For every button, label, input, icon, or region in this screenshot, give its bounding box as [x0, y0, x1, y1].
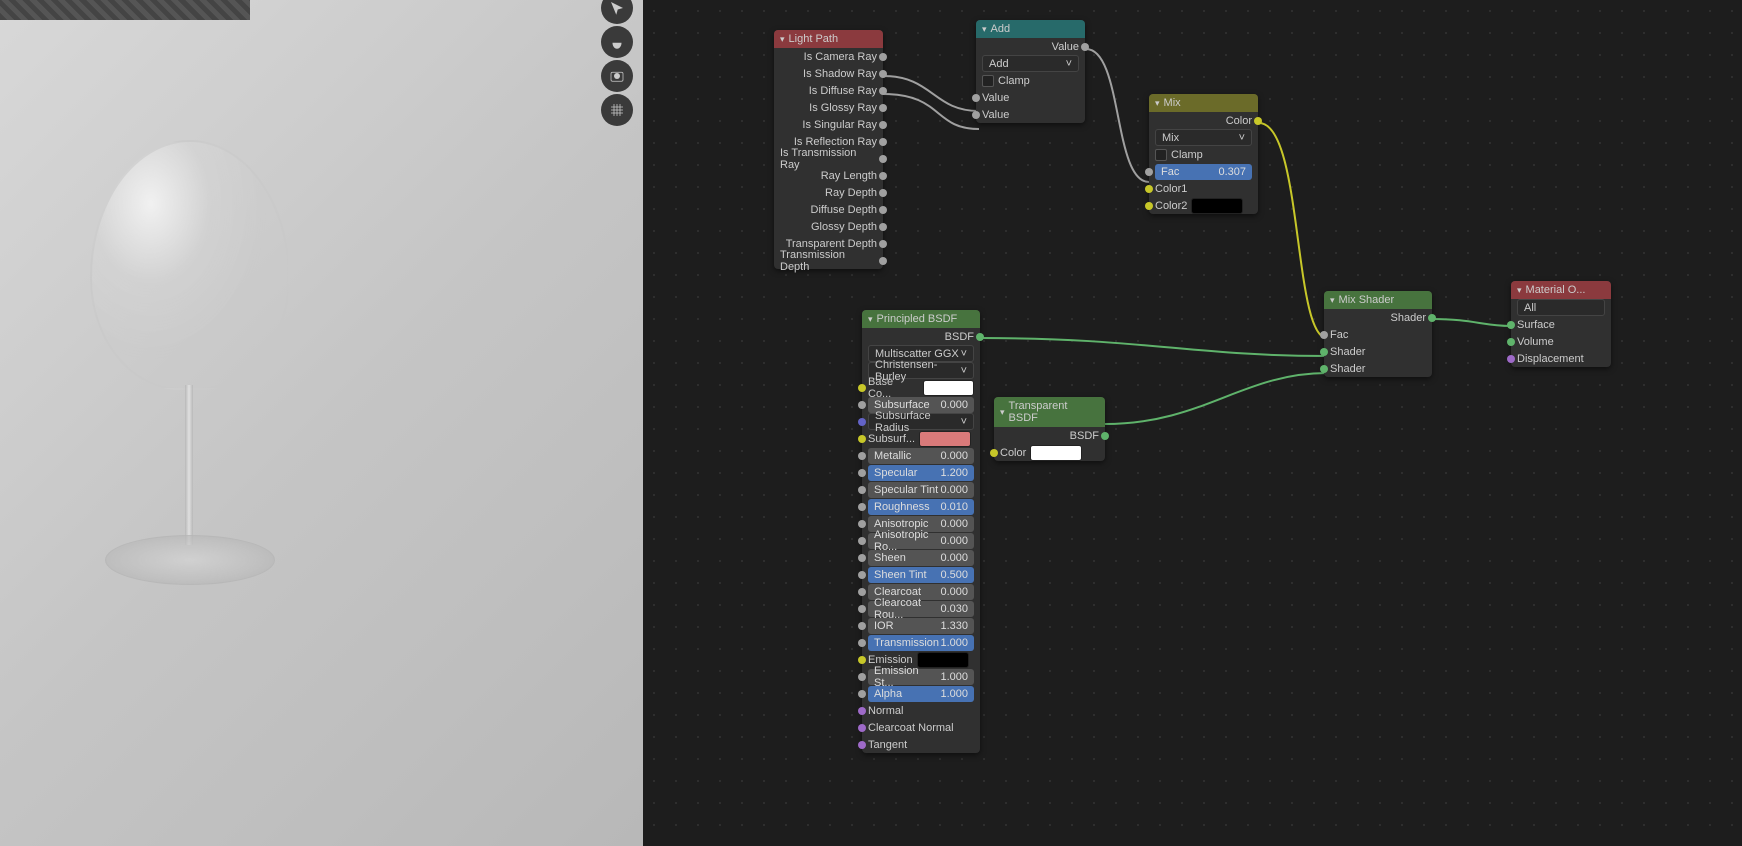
input-emission-strength[interactable]: Emission St...1.000 [862, 668, 980, 685]
input-value-2[interactable]: Value [976, 106, 1085, 123]
input-transmission[interactable]: Transmission1.000 [862, 634, 980, 651]
output-socket[interactable]: Ray Length [774, 167, 883, 184]
node-header[interactable]: ▾Material O... [1511, 281, 1611, 299]
input-displacement[interactable]: Displacement [1511, 350, 1611, 367]
input-surface[interactable]: Surface [1511, 316, 1611, 333]
hand-tool-icon[interactable] [601, 26, 633, 58]
output-value: Value [976, 38, 1085, 55]
chevron-down-icon: ▾ [1000, 407, 1005, 418]
chevron-down-icon: ▾ [780, 34, 785, 45]
target-dropdown[interactable]: All [1511, 299, 1611, 316]
input-fac[interactable]: Fac0.307 [1149, 163, 1258, 180]
node-editor[interactable]: ▾Light Path Is Camera RayIs Shadow RayIs… [643, 0, 1742, 846]
input-subsurface-radius[interactable]: Subsurface Radius˅ [862, 413, 980, 430]
cursor-tool-icon[interactable] [601, 0, 633, 24]
chevron-down-icon: ▾ [868, 314, 873, 325]
node-principled-bsdf[interactable]: ▾Principled BSDF BSDF Multiscatter GGX˅ … [862, 310, 980, 753]
input-alpha[interactable]: Alpha1.000 [862, 685, 980, 702]
input-color1[interactable]: Color1 [1149, 180, 1258, 197]
output-socket[interactable]: Is Glossy Ray [774, 99, 883, 116]
input-sheen-tint[interactable]: Sheen Tint0.500 [862, 566, 980, 583]
output-socket[interactable]: Is Shadow Ray [774, 65, 883, 82]
clamp-checkbox[interactable]: Clamp [976, 72, 1085, 89]
chevron-down-icon: ▾ [982, 24, 987, 35]
input-specular[interactable]: Specular1.200 [862, 464, 980, 481]
input-shader-2[interactable]: Shader [1324, 360, 1432, 377]
input-color2[interactable]: Color2 [1149, 197, 1258, 214]
output-color: Color [1149, 112, 1258, 129]
clamp-checkbox[interactable]: Clamp [1149, 146, 1258, 163]
chevron-down-icon: ▾ [1330, 295, 1335, 306]
input-base-color[interactable]: Base Co... [862, 379, 980, 396]
output-socket[interactable]: Ray Depth [774, 184, 883, 201]
output-socket[interactable]: Is Diffuse Ray [774, 82, 883, 99]
wine-glass-render [80, 140, 300, 620]
node-header[interactable]: ▾Add [976, 20, 1085, 38]
node-light-path[interactable]: ▾Light Path Is Camera RayIs Shadow RayIs… [774, 30, 883, 269]
node-header[interactable]: ▾Principled BSDF [862, 310, 980, 328]
input-roughness[interactable]: Roughness0.010 [862, 498, 980, 515]
input-sheen[interactable]: Sheen0.000 [862, 549, 980, 566]
node-material-output[interactable]: ▾Material O... All Surface Volume Displa… [1511, 281, 1611, 367]
input-metallic[interactable]: Metallic0.000 [862, 447, 980, 464]
input-ior[interactable]: IOR1.330 [862, 617, 980, 634]
output-socket[interactable]: Transmission Depth [774, 252, 883, 269]
input-tangent[interactable]: Tangent [862, 736, 980, 753]
node-mix-shader[interactable]: ▾Mix Shader Shader Fac Shader Shader [1324, 291, 1432, 377]
input-clearcoat-normal[interactable]: Clearcoat Normal [862, 719, 980, 736]
input-specular-tint[interactable]: Specular Tint0.000 [862, 481, 980, 498]
input-clearcoat-rou-[interactable]: Clearcoat Rou...0.030 [862, 600, 980, 617]
input-shader-1[interactable]: Shader [1324, 343, 1432, 360]
node-header[interactable]: ▾Light Path [774, 30, 883, 48]
node-header[interactable]: ▾Mix [1149, 94, 1258, 112]
output-socket[interactable]: Is Camera Ray [774, 48, 883, 65]
output-shader: Shader [1324, 309, 1432, 326]
viewport-3d[interactable] [0, 0, 643, 846]
node-mix-rgb[interactable]: ▾Mix Color Mix˅ Clamp Fac0.307 Color1 Co… [1149, 94, 1258, 214]
node-header[interactable]: ▾Transparent BSDF [994, 397, 1105, 427]
grid-tool-icon[interactable] [601, 94, 633, 126]
chevron-down-icon: ▾ [1155, 98, 1160, 109]
output-socket[interactable]: Glossy Depth [774, 218, 883, 235]
blend-dropdown[interactable]: Mix˅ [1149, 129, 1258, 146]
camera-tool-icon[interactable] [601, 60, 633, 92]
input-value-1[interactable]: Value [976, 89, 1085, 106]
input-fac[interactable]: Fac [1324, 326, 1432, 343]
input-color[interactable]: Color [994, 444, 1105, 461]
output-socket[interactable]: Is Transmission Ray [774, 150, 883, 167]
input-anisotropic-ro-[interactable]: Anisotropic Ro...0.000 [862, 532, 980, 549]
mode-dropdown[interactable]: Add˅ [976, 55, 1085, 72]
input-normal[interactable]: Normal [862, 702, 980, 719]
node-header[interactable]: ▾Mix Shader [1324, 291, 1432, 309]
input-subsurf-[interactable]: Subsurf... [862, 430, 980, 447]
output-socket[interactable]: Is Singular Ray [774, 116, 883, 133]
node-math-add[interactable]: ▾Add Value Add˅ Clamp Value Value [976, 20, 1085, 123]
output-bsdf: BSDF [862, 328, 980, 345]
output-bsdf: BSDF [994, 427, 1105, 444]
node-transparent-bsdf[interactable]: ▾Transparent BSDF BSDF Color [994, 397, 1105, 461]
chevron-down-icon: ▾ [1517, 285, 1522, 296]
output-socket[interactable]: Diffuse Depth [774, 201, 883, 218]
input-volume[interactable]: Volume [1511, 333, 1611, 350]
